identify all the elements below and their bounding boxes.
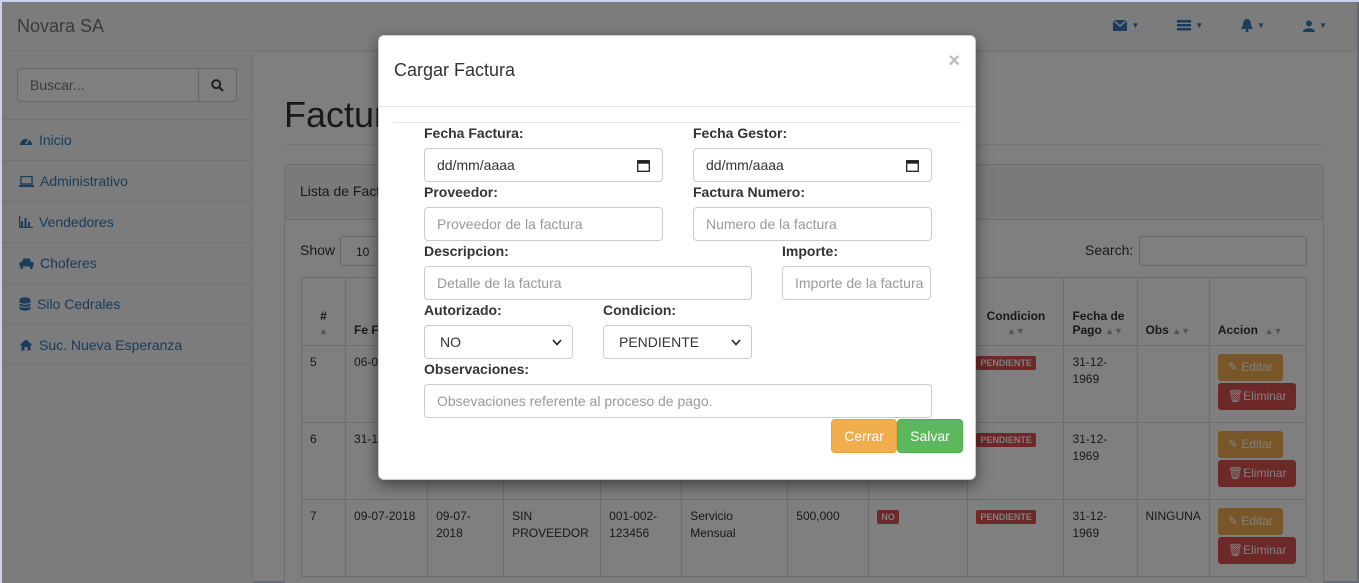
modal-title: Cargar Factura [394, 60, 516, 80]
observaciones-input[interactable]: Obsevaciones referente al proceso de pag… [424, 384, 932, 418]
descripcion-input[interactable]: Detalle de la factura [424, 266, 752, 300]
cerrar-button[interactable]: Cerrar [831, 419, 897, 453]
close-icon[interactable]: × [948, 50, 960, 73]
cargar-factura-modal: Cargar Factura × Fecha Factura: dd/mm/aa… [378, 35, 976, 480]
importe-label: Importe: [782, 243, 838, 259]
modal-body-divider [393, 122, 961, 123]
condicion-select[interactable]: PENDIENTE [603, 325, 752, 359]
observaciones-label: Observaciones: [424, 361, 530, 377]
calendar-icon [637, 159, 650, 172]
salvar-button[interactable]: Salvar [897, 419, 963, 453]
factura-numero-label: Factura Numero: [693, 184, 806, 200]
chevron-down-icon [552, 338, 562, 346]
fecha-factura-field[interactable]: dd/mm/aaaa [424, 148, 663, 182]
autorizado-value: NO [440, 334, 461, 350]
calendar-icon [906, 159, 919, 172]
condicion-label: Condicion: [603, 302, 677, 318]
factura-numero-input[interactable]: Numero de la factura [693, 207, 932, 241]
fecha-gestor-label: Fecha Gestor: [693, 125, 788, 141]
proveedor-input[interactable]: Proveedor de la factura [424, 207, 663, 241]
importe-input[interactable]: Importe de la factura [782, 266, 931, 300]
condicion-value: PENDIENTE [619, 334, 700, 350]
autorizado-select[interactable]: NO [424, 325, 573, 359]
modal-header-divider [379, 106, 975, 107]
proveedor-label: Proveedor: [424, 184, 498, 200]
chevron-down-icon [731, 338, 741, 346]
fecha-factura-label: Fecha Factura: [424, 125, 524, 141]
autorizado-label: Autorizado: [424, 302, 502, 318]
fecha-gestor-value: dd/mm/aaaa [706, 157, 784, 173]
descripcion-label: Descripcion: [424, 243, 509, 259]
fecha-gestor-field[interactable]: dd/mm/aaaa [693, 148, 932, 182]
fecha-factura-value: dd/mm/aaaa [437, 157, 515, 173]
